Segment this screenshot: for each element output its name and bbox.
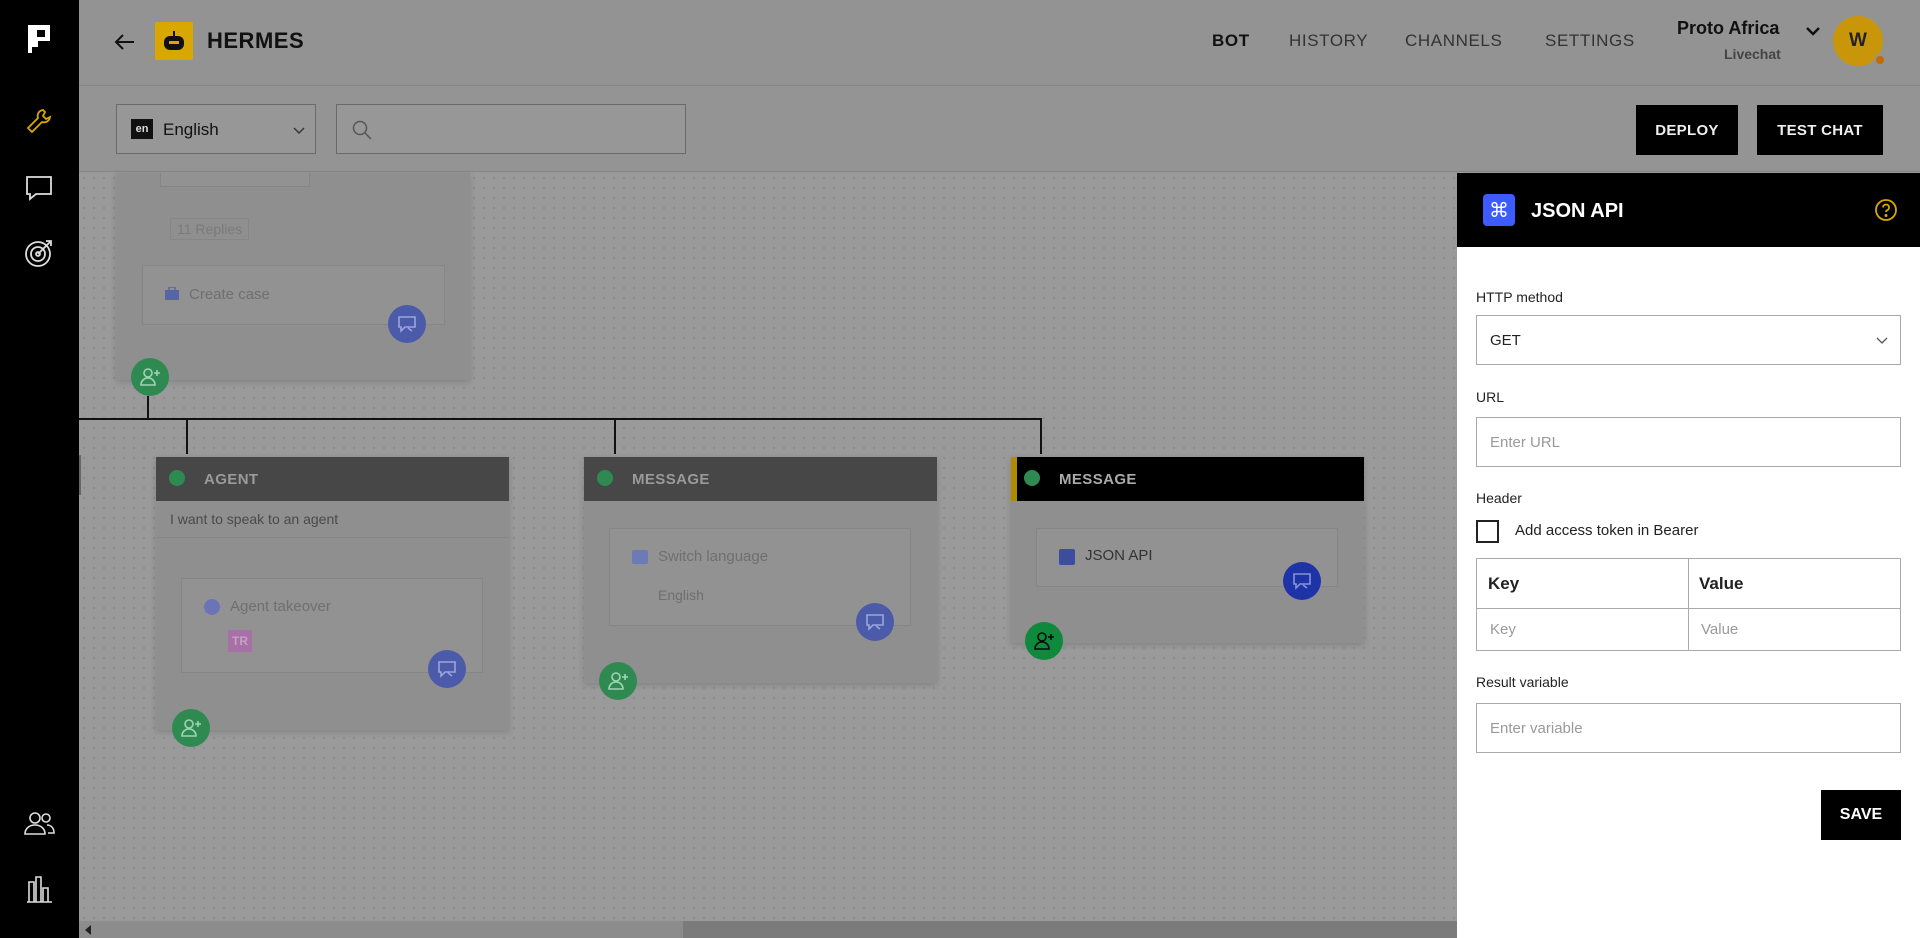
node-type: MESSAGE	[1059, 470, 1137, 488]
add-agent-button[interactable]	[1025, 622, 1063, 660]
editor-toolbar: en English DEPLOY TEST CHAT	[79, 86, 1920, 172]
users-icon[interactable]	[22, 806, 56, 840]
nav-bot[interactable]: BOT	[1212, 31, 1250, 51]
app-logo-icon[interactable]	[22, 22, 56, 56]
whatsapp-icon	[168, 469, 186, 487]
url-placeholder: Enter URL	[1490, 434, 1561, 451]
status-dot	[1874, 54, 1886, 66]
node-input-stub	[160, 173, 310, 187]
command-icon: ⌘	[1483, 194, 1515, 226]
header-key-value-table: Key Value Key Value	[1476, 558, 1901, 651]
chevron-down-icon	[1875, 333, 1889, 347]
divider	[1688, 559, 1689, 650]
flow-node-message-selected[interactable]: MESSAGE JSON API	[1011, 457, 1364, 643]
language-label: English	[163, 120, 219, 139]
whatsapp-icon	[596, 469, 614, 487]
result-variable-label: Result variable	[1476, 674, 1569, 690]
divider	[156, 537, 509, 538]
agent-icon	[204, 599, 220, 615]
translate-icon	[632, 550, 648, 564]
org-name[interactable]: Proto Africa	[1677, 18, 1779, 39]
header-label: Header	[1476, 490, 1522, 506]
nav-history[interactable]: HISTORY	[1289, 31, 1368, 51]
node-type: MESSAGE	[632, 470, 710, 488]
replies-pill: 11 Replies	[170, 218, 250, 240]
flow-node-top[interactable]: 11 Replies Create case	[116, 173, 470, 380]
bearer-checkbox[interactable]	[1476, 520, 1499, 543]
panel-title: JSON API	[1531, 200, 1624, 222]
bot-logo-icon	[155, 22, 193, 60]
flow-node-message[interactable]: MESSAGE Switch language English	[584, 457, 937, 683]
language-code-badge: en	[131, 119, 153, 139]
http-method-label: HTTP method	[1476, 289, 1563, 305]
analytics-icon[interactable]	[22, 872, 56, 906]
connector-line	[79, 418, 1042, 420]
node-header: MESSAGE	[1011, 457, 1364, 501]
add-agent-button[interactable]	[599, 662, 637, 700]
avatar-letter: W	[1849, 30, 1867, 51]
test-chat-button[interactable]: TEST CHAT	[1757, 105, 1883, 155]
value-column-header: Value	[1699, 574, 1744, 593]
bot-name: HERMES	[207, 28, 305, 53]
nav-settings[interactable]: SETTINGS	[1545, 31, 1635, 51]
flow-node-agent[interactable]: AGENT I want to speak to an agent Agent …	[156, 457, 509, 730]
http-method-value: GET	[1490, 332, 1521, 349]
node-header: MESSAGE	[584, 457, 937, 501]
org-channel: Livechat	[1724, 46, 1781, 62]
chevron-down-icon	[291, 122, 307, 138]
nav-channels[interactable]: CHANNELS	[1405, 31, 1502, 51]
back-arrow-icon[interactable]	[111, 28, 139, 56]
key-column-header: Key	[1488, 574, 1520, 593]
key-input[interactable]: Key	[1490, 621, 1516, 638]
deploy-button[interactable]: DEPLOY	[1636, 105, 1738, 155]
value-input[interactable]: Value	[1701, 621, 1738, 638]
search-input[interactable]	[336, 104, 686, 154]
link-action-button[interactable]	[388, 305, 426, 343]
add-agent-button[interactable]	[131, 358, 169, 396]
node-type: AGENT	[204, 470, 259, 488]
node-subtitle: I want to speak to an agent	[170, 511, 339, 527]
connector-line	[614, 418, 616, 454]
command-icon	[1059, 549, 1075, 565]
bearer-checkbox-label: Add access token in Bearer	[1515, 522, 1699, 539]
save-button[interactable]: SAVE	[1821, 790, 1901, 840]
connector-line	[79, 455, 81, 495]
node-header: AGENT	[156, 457, 509, 501]
url-label: URL	[1476, 389, 1505, 405]
connector-line	[1040, 418, 1042, 454]
result-variable-input[interactable]: Enter variable	[1476, 703, 1901, 753]
chat-icon[interactable]	[22, 171, 56, 205]
json-api-panel: ⌘ JSON API HTTP method GET URL Enter URL…	[1457, 173, 1920, 938]
help-icon[interactable]	[1874, 198, 1898, 222]
search-icon	[351, 119, 373, 141]
tag-badge: TR	[228, 630, 252, 652]
link-action-button[interactable]	[1283, 562, 1321, 600]
link-action-button[interactable]	[856, 603, 894, 641]
whatsapp-icon	[1023, 469, 1041, 487]
url-input[interactable]: Enter URL	[1476, 417, 1901, 467]
scroll-thumb[interactable]	[683, 921, 1503, 938]
left-sidebar	[0, 0, 79, 938]
top-bar: HERMES BOT HISTORY CHANNELS SETTINGS Pro…	[79, 0, 1920, 86]
scroll-left-icon[interactable]	[85, 925, 91, 935]
target-icon[interactable]	[22, 236, 56, 270]
connector-line	[186, 418, 188, 454]
http-method-select[interactable]: GET	[1476, 315, 1901, 365]
action-label: Create case	[189, 286, 270, 303]
briefcase-icon	[164, 286, 180, 301]
action-label: JSON API	[1085, 547, 1153, 564]
chevron-down-icon[interactable]	[1804, 22, 1822, 40]
result-variable-placeholder: Enter variable	[1490, 720, 1583, 737]
action-label: Switch language	[658, 548, 769, 565]
wrench-icon[interactable]	[22, 104, 56, 138]
action-label: Agent takeover	[230, 598, 331, 615]
link-action-button[interactable]	[428, 650, 466, 688]
connector-line	[147, 396, 149, 418]
action-sub: English	[658, 587, 704, 603]
panel-header: ⌘ JSON API	[1457, 173, 1920, 247]
language-select[interactable]: en English	[116, 104, 316, 154]
add-agent-button[interactable]	[172, 709, 210, 747]
